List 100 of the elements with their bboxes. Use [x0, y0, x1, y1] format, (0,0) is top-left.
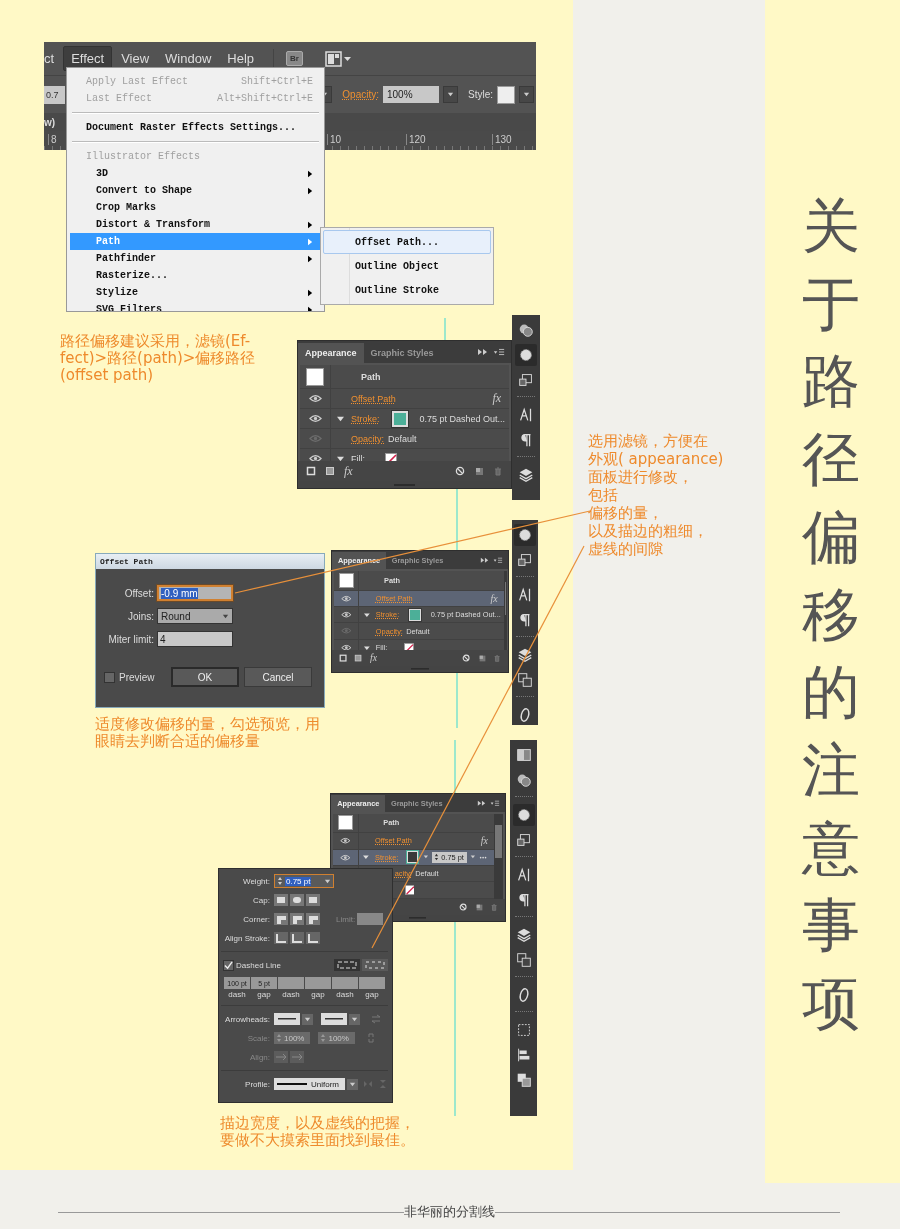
scale-field[interactable]: 100% [318, 1032, 355, 1044]
panel-tab[interactable]: Appearance [298, 343, 364, 363]
expand-triangle-icon[interactable] [363, 644, 370, 650]
no-fill-swatch[interactable] [404, 885, 415, 896]
appearance-row[interactable]: Opacity: Default [333, 623, 505, 640]
style-swatch[interactable] [497, 85, 515, 104]
menu-item[interactable]: Convert to Shape [70, 182, 321, 199]
new-item-icon[interactable] [477, 653, 487, 662]
attribute-label[interactable]: Offset Path [351, 393, 396, 404]
resize-grip[interactable] [332, 666, 509, 672]
weight-field[interactable]: 0.75 pt [432, 852, 468, 863]
corner-option-icon[interactable] [306, 913, 320, 925]
attribute-label[interactable]: Stroke: [351, 413, 380, 424]
dash-pattern-icon[interactable] [334, 959, 360, 971]
attribute-label[interactable]: Opacity: [375, 626, 403, 636]
corner-option-icon[interactable] [290, 913, 304, 925]
appearance-row[interactable]: Stroke: 0.75 pt Dashed Out... [333, 606, 505, 624]
dash-field[interactable] [359, 977, 385, 989]
appearance-row[interactable]: Opacity: Default [300, 429, 509, 449]
appearance-row[interactable]: Stroke: 0.75 pt Dashed Out... [300, 409, 509, 429]
corner-option-icon[interactable] [274, 913, 288, 925]
filled-square-icon[interactable] [354, 653, 363, 662]
eye-icon[interactable] [308, 394, 322, 403]
input-field[interactable]: -0.9 mm [157, 585, 233, 601]
ring-icon[interactable] [512, 804, 535, 826]
arrowhead-dropdown[interactable] [274, 1013, 313, 1025]
limit-field[interactable] [357, 913, 384, 925]
appearance-row[interactable]: Offset Path fx [333, 833, 495, 850]
stroke-weight-field[interactable]: 0.7 [44, 85, 65, 104]
input-field[interactable]: 4 [157, 631, 233, 647]
attribute-label[interactable]: Opacity: [351, 433, 384, 444]
new-item-icon[interactable] [474, 902, 483, 912]
menu-item[interactable]: Stylize [70, 284, 321, 301]
collapse-icon[interactable] [477, 348, 489, 356]
align-stroke-icon[interactable] [306, 932, 320, 944]
filled-square-icon[interactable] [325, 466, 335, 476]
more-icon[interactable] [479, 855, 488, 859]
dashed-line-checkbox[interactable]: Dashed Line [223, 959, 281, 971]
eye-icon[interactable] [308, 414, 322, 423]
opacity-field[interactable]: 100% [383, 86, 439, 103]
spinner-icon[interactable] [277, 876, 283, 886]
expand-triangle-icon[interactable] [336, 415, 344, 422]
menu-item[interactable]: Offset Path... [323, 230, 491, 254]
eye-icon[interactable] [308, 454, 322, 461]
collapse-icon[interactable] [480, 556, 491, 564]
ring-icon[interactable] [515, 344, 537, 366]
scrollbar[interactable] [494, 813, 504, 899]
menu-item[interactable]: Outline Stroke [323, 278, 491, 302]
attribute-label[interactable]: Fill: [375, 642, 388, 650]
dash-pattern-icon[interactable] [362, 959, 388, 971]
menu-bar-item[interactable]: View [114, 47, 157, 70]
menu-item[interactable]: Distort & Transform [70, 216, 321, 233]
scale-field[interactable]: 100% [274, 1032, 311, 1044]
document-tab[interactable]: w) [44, 116, 56, 128]
align-stroke-icon[interactable] [274, 932, 288, 944]
cap-option-icon[interactable] [290, 894, 304, 906]
menu-item[interactable]: Pathfinder [70, 250, 321, 267]
attribute-label[interactable]: Stroke: [375, 610, 400, 620]
dash-field[interactable] [332, 977, 358, 989]
new-item-icon[interactable] [474, 466, 484, 476]
menu-item[interactable]: Rasterize... [70, 267, 321, 284]
menu-item[interactable]: 3D [70, 165, 321, 182]
appearance-row[interactable]: Offset Path fx [300, 389, 509, 409]
menu-item[interactable]: Document Raster Effects Settings... [70, 119, 321, 136]
expand-triangle-icon[interactable] [336, 455, 344, 461]
weight-field[interactable]: 0.75 pt [274, 874, 334, 888]
attribute-label[interactable]: Fill: [351, 453, 365, 461]
fx-button[interactable]: fx [369, 652, 378, 664]
menu-bar-item[interactable]: Help [220, 47, 262, 70]
cap-option-icon[interactable] [306, 894, 320, 906]
scrollbar[interactable] [504, 570, 507, 650]
dash-field[interactable] [305, 977, 331, 989]
joins-dropdown[interactable]: Round [157, 608, 233, 624]
expand-triangle-icon[interactable] [363, 854, 369, 861]
ring-icon[interactable] [514, 524, 536, 546]
dropdown-button[interactable] [443, 86, 458, 103]
dropdown-button[interactable] [519, 86, 534, 103]
spinner-icon[interactable] [433, 853, 439, 862]
fill-swatch[interactable] [306, 367, 324, 386]
eye-icon[interactable] [340, 610, 352, 619]
cap-option-icon[interactable] [274, 894, 288, 906]
workspace-icon[interactable] [325, 50, 353, 67]
stroke-swatch[interactable] [409, 608, 421, 621]
bridge-button[interactable]: Br [286, 51, 303, 66]
prohibited-icon[interactable] [455, 466, 465, 476]
ok-button[interactable]: OK [171, 667, 239, 687]
fx-button[interactable]: fx [344, 463, 353, 479]
eye-icon[interactable] [340, 643, 352, 650]
arrowhead-dropdown[interactable] [321, 1013, 360, 1025]
dash-field[interactable] [278, 977, 304, 989]
align-stroke-icon[interactable] [290, 932, 304, 944]
collapse-icon[interactable] [477, 799, 487, 807]
panel-tab[interactable]: Graphic Styles [385, 794, 449, 812]
menu-bar-item[interactable]: ct [44, 47, 62, 70]
menu-item[interactable]: Crop Marks [70, 199, 321, 216]
square-icon[interactable] [338, 653, 347, 662]
panel-tab[interactable]: Graphic Styles [385, 552, 450, 570]
panel-tab[interactable]: Graphic Styles [363, 343, 441, 363]
fill-swatch[interactable] [337, 815, 353, 831]
menu-icon[interactable] [493, 556, 504, 564]
